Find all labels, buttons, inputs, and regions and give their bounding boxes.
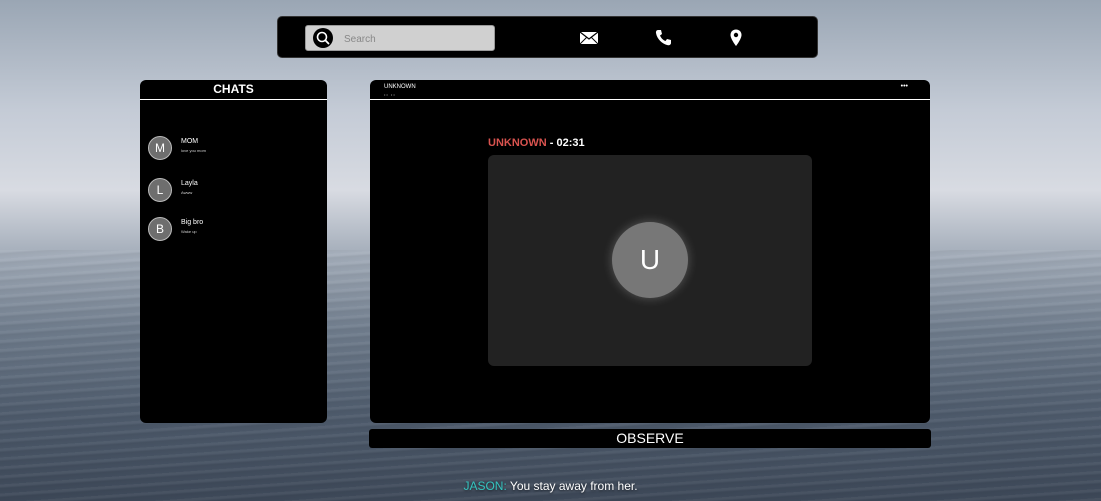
phone-icon[interactable]	[652, 28, 674, 48]
chat-item-big-bro[interactable]: B Big bro Wake up	[148, 215, 318, 245]
contact-status: •• ••	[384, 92, 396, 97]
chat-name: MOM	[181, 138, 199, 145]
caller-name: UNKNOWN	[488, 137, 547, 149]
chats-panel: CHATS M MOM love you mom L Layla Awww B …	[140, 80, 327, 423]
chat-item-layla[interactable]: L Layla Awww	[148, 176, 318, 206]
chats-title: CHATS	[140, 80, 327, 100]
observe-button[interactable]: OBSERVE	[369, 429, 931, 448]
call-label: UNKNOWN - 02:31	[488, 137, 585, 149]
chat-item-mom[interactable]: M MOM love you mom	[148, 134, 318, 164]
conversation-header: UNKNOWN •• •• •••	[370, 80, 930, 100]
contact-name: UNKNOWN	[384, 84, 416, 90]
avatar: B	[148, 217, 172, 241]
speaker-name: JASON:	[463, 479, 507, 493]
chat-name: Big bro	[181, 219, 204, 226]
search-input[interactable]	[342, 29, 491, 49]
mail-icon[interactable]	[578, 28, 600, 48]
dialogue-line: You stay away from her.	[509, 479, 638, 493]
chat-preview: love you mom	[181, 148, 206, 153]
avatar: L	[148, 178, 172, 202]
caller-avatar: U	[612, 222, 688, 298]
chat-preview: Wake up	[181, 229, 197, 234]
chat-name: Layla	[181, 180, 198, 187]
call-timer: 02:31	[556, 137, 585, 149]
call-separator: -	[546, 137, 557, 149]
top-bar	[277, 16, 818, 58]
more-options-icon[interactable]: •••	[901, 83, 908, 90]
search-box[interactable]	[305, 25, 495, 51]
dialogue-subtitle: JASON: You stay away from her.	[0, 479, 1101, 493]
avatar: M	[148, 136, 172, 160]
search-icon[interactable]	[313, 28, 333, 48]
chat-preview: Awww	[181, 190, 193, 195]
conversation-panel: UNKNOWN •• •• ••• UNKNOWN - 02:31 U	[370, 80, 930, 423]
location-pin-icon[interactable]	[725, 28, 747, 48]
call-panel: U	[488, 155, 812, 366]
